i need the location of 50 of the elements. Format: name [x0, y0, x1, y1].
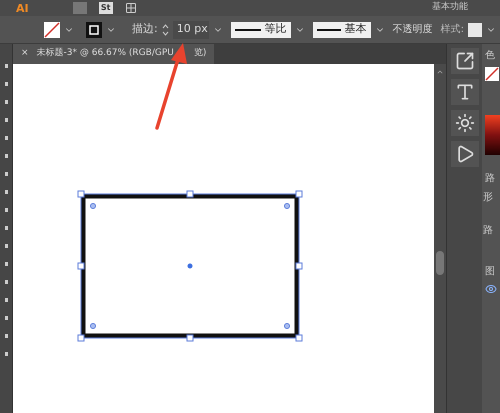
panel-label: 形 — [482, 191, 494, 205]
tool-icon[interactable] — [4, 244, 8, 248]
tool-icon[interactable] — [4, 316, 8, 320]
tool-icon[interactable] — [4, 82, 8, 86]
tool-icon[interactable] — [4, 172, 8, 176]
opacity-link[interactable]: 不透明度 — [392, 22, 433, 37]
tool-icon[interactable] — [4, 298, 8, 302]
close-icon[interactable]: × — [21, 47, 29, 61]
style-label: 样式: — [440, 22, 464, 37]
style-swatch[interactable] — [468, 22, 482, 36]
fill-swatch[interactable] — [44, 22, 60, 38]
tool-icon[interactable] — [4, 190, 8, 194]
tool-icon[interactable] — [4, 262, 8, 266]
tool-icon[interactable] — [4, 280, 8, 284]
tool-icon[interactable] — [4, 334, 8, 338]
panel-tab[interactable]: 色 — [482, 48, 500, 63]
variable-width-profile[interactable]: 等比 — [230, 22, 290, 38]
panel-label: 路 — [482, 224, 494, 238]
brush-definition[interactable]: 基本 — [312, 22, 371, 38]
layout-icon[interactable] — [124, 2, 137, 14]
vertical-scrollbar[interactable] — [434, 64, 446, 413]
panel-tab[interactable]: 图 — [482, 264, 500, 279]
tool-icon[interactable] — [4, 136, 8, 140]
tool-icon[interactable] — [4, 208, 8, 212]
color-swatch[interactable] — [485, 67, 499, 81]
tool-icon[interactable] — [4, 64, 8, 68]
scroll-thumb[interactable] — [436, 251, 444, 275]
tool-icon[interactable] — [4, 352, 8, 356]
visibility-icon[interactable] — [485, 283, 497, 295]
document-title-end: 览) — [194, 47, 206, 60]
document-title: 未标题-3* @ 66.67% (RGB/GPU — [36, 47, 174, 60]
character-icon[interactable] — [450, 79, 478, 105]
document-tab[interactable]: × 未标题-3* @ 66.67% (RGB/GPU 览) — [13, 44, 214, 64]
tool-icon[interactable] — [4, 118, 8, 122]
bridge-icon[interactable]: St — [98, 2, 113, 14]
tool-icon[interactable] — [4, 154, 8, 158]
stroke-label: 描边: — [132, 21, 158, 38]
appearance-icon[interactable] — [450, 110, 478, 136]
stroke-weight-field[interactable]: 10 px — [172, 20, 209, 38]
stepper-icon[interactable] — [162, 22, 169, 36]
tool-icon[interactable] — [4, 100, 8, 104]
play-icon[interactable] — [450, 141, 478, 167]
panel-tab[interactable]: 路 — [482, 171, 500, 186]
workspace-menu[interactable]: 基本功能 — [432, 1, 468, 15]
stroke-swatch[interactable] — [86, 22, 102, 38]
tool-icon[interactable] — [4, 226, 8, 230]
app-logo: AI — [16, 2, 29, 14]
scroll-up-icon[interactable] — [436, 68, 444, 76]
export-icon[interactable] — [450, 48, 478, 74]
color-spectrum[interactable] — [485, 115, 500, 155]
